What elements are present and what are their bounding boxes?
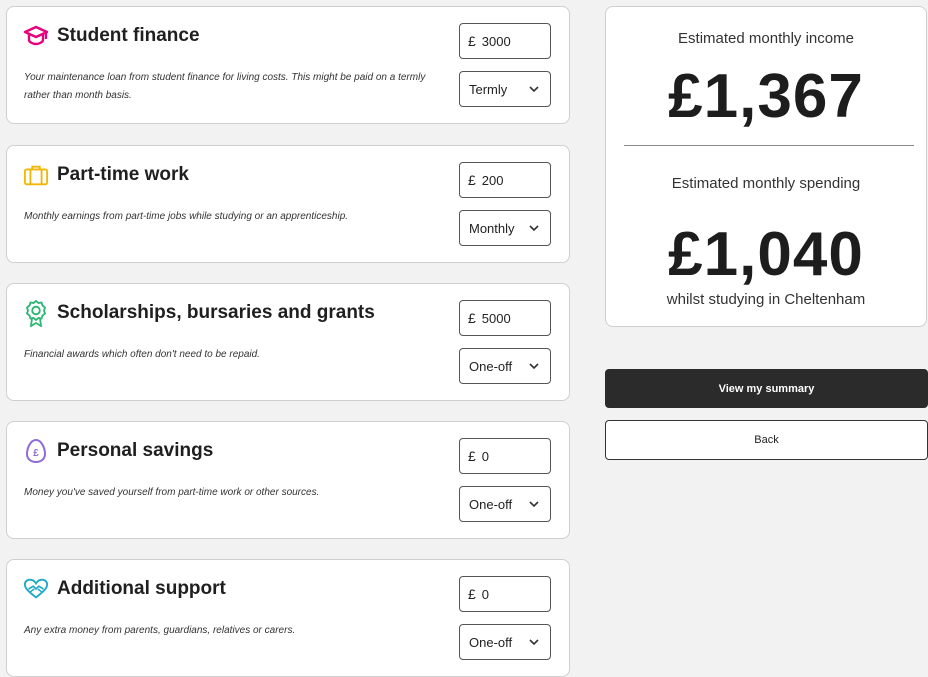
chevron-down-icon xyxy=(529,639,539,646)
chevron-down-icon xyxy=(529,363,539,370)
award-rosette-icon xyxy=(23,299,49,327)
frequency-select[interactable]: Monthly xyxy=(459,210,551,246)
frequency-select[interactable]: One-off xyxy=(459,486,551,522)
currency-symbol: £ xyxy=(468,33,476,49)
chevron-down-icon xyxy=(529,501,539,508)
view-summary-button[interactable]: View my summary xyxy=(605,369,928,408)
income-card-student-finance: Student finance Your maintenance loan fr… xyxy=(6,6,570,124)
budget-summary-panel: Estimated monthly income £1,367 Estimate… xyxy=(605,6,927,327)
currency-symbol: £ xyxy=(468,448,476,464)
currency-symbol: £ xyxy=(468,586,476,602)
currency-symbol: £ xyxy=(468,172,476,188)
briefcase-icon xyxy=(23,162,49,188)
amount-value: 5000 xyxy=(481,310,511,326)
frequency-select[interactable]: Termly xyxy=(459,71,551,107)
spending-note: whilst studying in Cheltenham xyxy=(666,291,866,308)
amount-value: 0 xyxy=(481,448,490,464)
card-title-row: £ Personal savings xyxy=(23,438,213,464)
currency-symbol: £ xyxy=(468,310,476,326)
heart-hands-icon xyxy=(23,576,49,602)
frequency-value: Termly xyxy=(469,81,508,97)
summary-divider xyxy=(624,145,914,146)
card-description: Monthly earnings from part-time jobs whi… xyxy=(24,211,349,222)
card-title: Personal savings xyxy=(57,440,214,461)
card-title-row: Student finance xyxy=(23,23,200,49)
card-title-row: Part-time work xyxy=(23,162,189,188)
card-description: Any extra money from parents, guardians,… xyxy=(24,625,296,636)
back-button[interactable]: Back xyxy=(605,420,928,460)
card-title: Additional support xyxy=(57,578,226,599)
income-value: £1,367 xyxy=(668,62,864,131)
chevron-down-icon xyxy=(529,86,539,93)
income-card-personal-savings: £ Personal savings Money you've saved yo… xyxy=(6,421,570,539)
svg-text:£: £ xyxy=(33,448,39,459)
card-title: Part-time work xyxy=(57,164,189,185)
card-title-row: Additional support xyxy=(23,576,226,602)
income-card-scholarships: Scholarships, bursaries and grants Finan… xyxy=(6,283,570,401)
amount-input[interactable]: £ 5000 xyxy=(459,300,551,336)
amount-input[interactable]: £ 200 xyxy=(459,162,551,198)
frequency-value: One-off xyxy=(469,496,513,512)
amount-value: 200 xyxy=(481,172,504,188)
card-title-row: Scholarships, bursaries and grants xyxy=(23,299,375,327)
amount-value: 3000 xyxy=(481,33,511,49)
card-title: Student finance xyxy=(57,25,200,46)
chevron-down-icon xyxy=(529,225,539,232)
card-title: Scholarships, bursaries and grants xyxy=(57,302,375,323)
amount-input[interactable]: £ 3000 xyxy=(459,23,551,59)
savings-egg-icon: £ xyxy=(23,438,49,464)
frequency-value: One-off xyxy=(469,634,513,650)
spending-label: Estimated monthly spending xyxy=(671,175,861,192)
frequency-value: Monthly xyxy=(469,220,515,236)
amount-input[interactable]: £ 0 xyxy=(459,438,551,474)
frequency-select[interactable]: One-off xyxy=(459,624,551,660)
card-description: Money you've saved yourself from part-ti… xyxy=(24,487,320,498)
frequency-select[interactable]: One-off xyxy=(459,348,551,384)
card-description: Your maintenance loan from student finan… xyxy=(24,72,426,101)
frequency-value: One-off xyxy=(469,358,513,374)
income-card-additional-support: Additional support Any extra money from … xyxy=(6,559,570,677)
amount-value: 0 xyxy=(481,586,490,602)
income-label: Estimated monthly income xyxy=(678,30,854,47)
income-card-part-time-work: Part-time work Monthly earnings from par… xyxy=(6,145,570,263)
spending-value: £1,040 xyxy=(668,220,864,289)
card-description: Financial awards which often don't need … xyxy=(24,349,260,360)
amount-input[interactable]: £ 0 xyxy=(459,576,551,612)
graduation-cap-icon xyxy=(23,23,49,49)
